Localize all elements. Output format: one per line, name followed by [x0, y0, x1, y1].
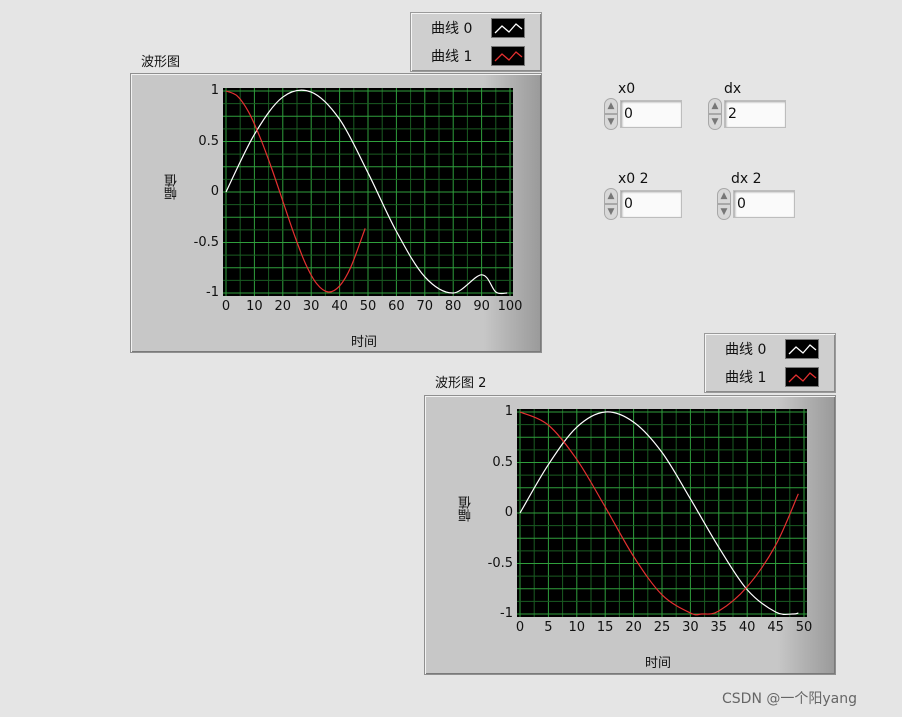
x0-label: x0	[618, 81, 636, 97]
y-tick-label: -1	[500, 606, 513, 621]
increment-arrow-icon[interactable]: ▲	[604, 98, 618, 114]
watermark: CSDN @一个阳yang	[722, 691, 857, 707]
x-tick-label: 40	[331, 299, 348, 314]
plot-area-2[interactable]	[517, 409, 807, 617]
dx-numeric-control[interactable]: ▲ ▼ 2	[708, 98, 786, 130]
graph-2-label: 波形图 2	[435, 376, 487, 391]
x-tick-label: 100	[497, 299, 523, 314]
x-axis-title: 时间	[645, 656, 672, 671]
waveform-graph-1[interactable]: 幅值 时间 1 0.5 0 -0.5 -1 0 10 20 30 40 50 60 70 80 90 100	[130, 73, 542, 353]
y-tick-label: -1	[206, 285, 219, 300]
x-tick-label: 40	[738, 620, 756, 635]
dx-2-spinner[interactable]: ▲ ▼	[717, 188, 731, 220]
y-axis-title: 幅值	[459, 496, 474, 522]
x-axis-title: 时间	[351, 335, 378, 350]
decrement-arrow-icon[interactable]: ▼	[604, 204, 618, 220]
x0-2-input[interactable]: 0	[620, 190, 682, 218]
dx-spinner[interactable]: ▲ ▼	[708, 98, 722, 130]
x-tick-label: 35	[710, 620, 728, 635]
dx-input[interactable]: 2	[724, 100, 786, 128]
legend-item-curve-1[interactable]: 曲线 1	[411, 42, 525, 70]
x-tick-label: 25	[653, 620, 671, 635]
y-tick-label: 0	[210, 184, 219, 199]
plot-area-1[interactable]	[223, 88, 513, 296]
increment-arrow-icon[interactable]: ▲	[604, 188, 618, 204]
x0-2-label: x0 2	[618, 171, 649, 187]
x0-2-numeric-control[interactable]: ▲ ▼ 0	[604, 188, 682, 220]
dx-2-label: dx 2	[731, 171, 762, 187]
x-tick-label: 60	[388, 299, 405, 314]
curve-0-swatch[interactable]	[491, 18, 525, 38]
legend-graph-1: 曲线 0 曲线 1	[410, 12, 542, 72]
x-tick-label: 50	[359, 299, 377, 314]
decrement-arrow-icon[interactable]: ▼	[708, 114, 722, 130]
x-tick-label: 90	[473, 299, 490, 314]
x-tick-label: 50	[795, 620, 813, 635]
legend-item-curve-0[interactable]: 曲线 0	[705, 335, 819, 363]
y-axis-title: 幅值	[165, 174, 180, 200]
x-tick-label: 5	[544, 620, 553, 635]
curve-0-swatch[interactable]	[785, 339, 819, 359]
x-tick-label: 10	[246, 299, 263, 314]
x0-input[interactable]: 0	[620, 100, 682, 128]
x0-spinner[interactable]: ▲ ▼	[604, 98, 618, 130]
graph-1-label: 波形图	[141, 55, 181, 70]
y-tick-label: 0	[504, 505, 513, 520]
dx-label: dx	[724, 81, 742, 97]
x-tick-label: 20	[274, 299, 292, 314]
legend-item-curve-0[interactable]: 曲线 0	[411, 14, 525, 42]
legend-item-curve-1[interactable]: 曲线 1	[705, 363, 819, 391]
x-tick-label: 15	[596, 620, 614, 635]
increment-arrow-icon[interactable]: ▲	[717, 188, 731, 204]
dx-2-numeric-control[interactable]: ▲ ▼ 0	[717, 188, 795, 220]
legend-label: 曲线 0	[431, 21, 473, 37]
y-tick-label: 1	[210, 83, 219, 98]
y-tick-label: 1	[504, 404, 513, 419]
curve-1-swatch[interactable]	[785, 367, 819, 387]
increment-arrow-icon[interactable]: ▲	[708, 98, 722, 114]
decrement-arrow-icon[interactable]: ▼	[604, 114, 618, 130]
legend-label: 曲线 1	[431, 49, 473, 65]
x-tick-label: 30	[302, 299, 320, 314]
y-tick-label: 0.5	[492, 454, 513, 470]
x0-2-spinner[interactable]: ▲ ▼	[604, 188, 618, 220]
chart-2-svg	[517, 409, 807, 617]
y-tick-label: -0.5	[487, 555, 513, 571]
x-tick-label: 0	[221, 299, 231, 314]
waveform-graph-2[interactable]: 幅值 时间 1 0.5 0 -0.5 -1 0 5 10 15 20 25 30 35 40 45 50	[424, 395, 836, 675]
x-tick-label: 20	[625, 620, 642, 635]
x-tick-label: 0	[515, 620, 525, 635]
y-tick-label: -0.5	[193, 234, 219, 250]
legend-graph-2: 曲线 0 曲线 1	[704, 333, 836, 393]
dx-2-input[interactable]: 0	[733, 190, 795, 218]
x-tick-label: 70	[416, 299, 434, 314]
y-tick-label: 0.5	[198, 133, 219, 149]
decrement-arrow-icon[interactable]: ▼	[717, 204, 731, 220]
x-tick-label: 10	[568, 620, 586, 635]
x0-numeric-control[interactable]: ▲ ▼ 0	[604, 98, 682, 130]
x-tick-label: 45	[767, 620, 784, 635]
curve-1-swatch[interactable]	[491, 46, 525, 66]
legend-label: 曲线 1	[725, 370, 767, 386]
x-tick-label: 30	[682, 620, 699, 635]
chart-1-svg	[223, 88, 513, 296]
x-tick-label: 80	[444, 299, 462, 314]
legend-label: 曲线 0	[725, 342, 767, 358]
